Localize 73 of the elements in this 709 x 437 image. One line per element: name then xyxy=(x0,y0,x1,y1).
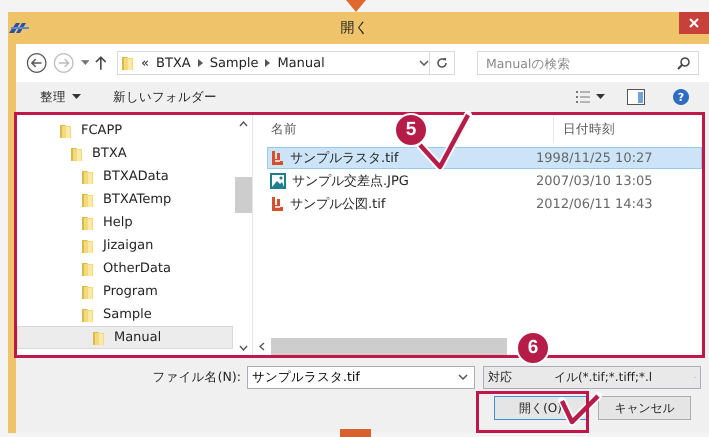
scroll-left-icon[interactable] xyxy=(259,342,265,350)
folder-tree-item[interactable]: Help xyxy=(17,211,235,234)
dropdown-caret-icon[interactable] xyxy=(80,60,90,66)
pointer-marker xyxy=(340,429,371,437)
folder-tree-item[interactable]: Sample xyxy=(17,303,235,326)
folder-icon xyxy=(81,260,94,276)
picture-icon xyxy=(270,173,286,189)
breadcrumb-item[interactable]: Sample xyxy=(210,56,258,70)
folder-tree-item[interactable]: BTXAData xyxy=(17,165,235,188)
file-name: サンプルラスタ.tif xyxy=(290,150,398,167)
breadcrumb-arrow-icon xyxy=(198,59,203,67)
back-icon[interactable] xyxy=(26,52,48,74)
app-icon xyxy=(8,21,30,35)
close-button[interactable] xyxy=(679,12,709,34)
file-name: サンプル公図.tif xyxy=(290,196,386,213)
breadcrumb-arrow-icon xyxy=(265,59,270,67)
up-arrow-icon[interactable] xyxy=(95,55,108,71)
caret-icon[interactable] xyxy=(596,94,605,100)
help-button[interactable]: ? xyxy=(673,89,689,105)
chevron-down-icon[interactable] xyxy=(418,60,429,66)
scroll-down-icon[interactable] xyxy=(239,345,248,351)
file-date: 2012/06/11 14:43 xyxy=(536,196,653,212)
folder-tree-item[interactable]: Program xyxy=(17,280,235,303)
cancel-button[interactable]: キャンセル xyxy=(598,396,691,420)
folder-icon xyxy=(70,146,83,162)
file-name-field[interactable]: サンプルラスタ.tif xyxy=(247,366,475,389)
refresh-icon xyxy=(436,57,448,69)
document-icon xyxy=(270,150,284,166)
new-folder-button[interactable]: 新しいフォルダー xyxy=(109,86,221,108)
folder-icon xyxy=(121,55,134,71)
folder-icon xyxy=(81,214,94,230)
overflow-chevron[interactable]: « xyxy=(141,56,150,70)
preview-pane-icon[interactable] xyxy=(627,89,645,105)
scroll-up-icon[interactable] xyxy=(239,121,248,127)
file-row[interactable]: サンプルラスタ.tif 1998/11/25 10:27 xyxy=(267,147,702,169)
breadcrumb-item[interactable]: BTXA xyxy=(156,56,191,70)
file-date: 2007/03/10 13:05 xyxy=(536,174,653,188)
breadcrumb-item[interactable]: Manual xyxy=(277,56,325,70)
folder-icon xyxy=(81,306,94,322)
scroll-thumb[interactable] xyxy=(271,338,507,354)
folder-icon xyxy=(81,192,94,208)
file-name-label: ファイル名(N): xyxy=(152,369,241,386)
list-view-icon[interactable] xyxy=(576,91,590,103)
folder-icon xyxy=(59,122,72,138)
folder-icon xyxy=(81,168,94,184)
file-name: サンプル交差点.JPG xyxy=(292,173,409,190)
file-row[interactable]: サンプル交差点.JPG 2007/03/10 13:05 xyxy=(267,170,702,192)
chevron-down-icon xyxy=(458,374,468,381)
folder-tree-item[interactable]: OtherData xyxy=(17,257,235,280)
close-icon xyxy=(689,18,699,28)
folder-icon xyxy=(81,238,94,254)
file-type-dropdown[interactable]: 対応 イル(*.tif;*.tiff;*.l xyxy=(483,366,701,389)
file-date: 1998/11/25 10:27 xyxy=(536,150,653,166)
organize-menu[interactable]: 整理 xyxy=(36,86,85,108)
folder-icon xyxy=(92,330,105,346)
search-field[interactable]: Manualの検索 xyxy=(476,51,699,75)
scroll-thumb[interactable] xyxy=(235,177,252,213)
caret-icon xyxy=(72,94,81,100)
file-row[interactable]: サンプル公図.tif 2012/06/11 14:43 xyxy=(267,193,702,215)
address-bar[interactable]: « BTXA Sample Manual xyxy=(117,51,430,75)
window-title: 開く xyxy=(340,19,370,37)
column-header[interactable]: 日付時刻 xyxy=(563,120,615,136)
column-header[interactable]: 名前 xyxy=(271,120,297,138)
search-icon xyxy=(676,57,690,70)
folder-tree-item[interactable]: FCAPP xyxy=(17,119,235,142)
folder-tree-item[interactable]: BTXA xyxy=(17,142,235,165)
folder-tree-item[interactable]: Manual xyxy=(17,326,233,349)
document-icon xyxy=(270,196,284,212)
folder-tree-item[interactable]: BTXATemp xyxy=(17,188,235,211)
pointer-triangle-icon xyxy=(346,0,366,12)
folder-icon xyxy=(81,284,94,300)
folder-tree-item[interactable]: Jizaigan xyxy=(17,234,235,257)
refresh-button[interactable] xyxy=(430,51,455,75)
